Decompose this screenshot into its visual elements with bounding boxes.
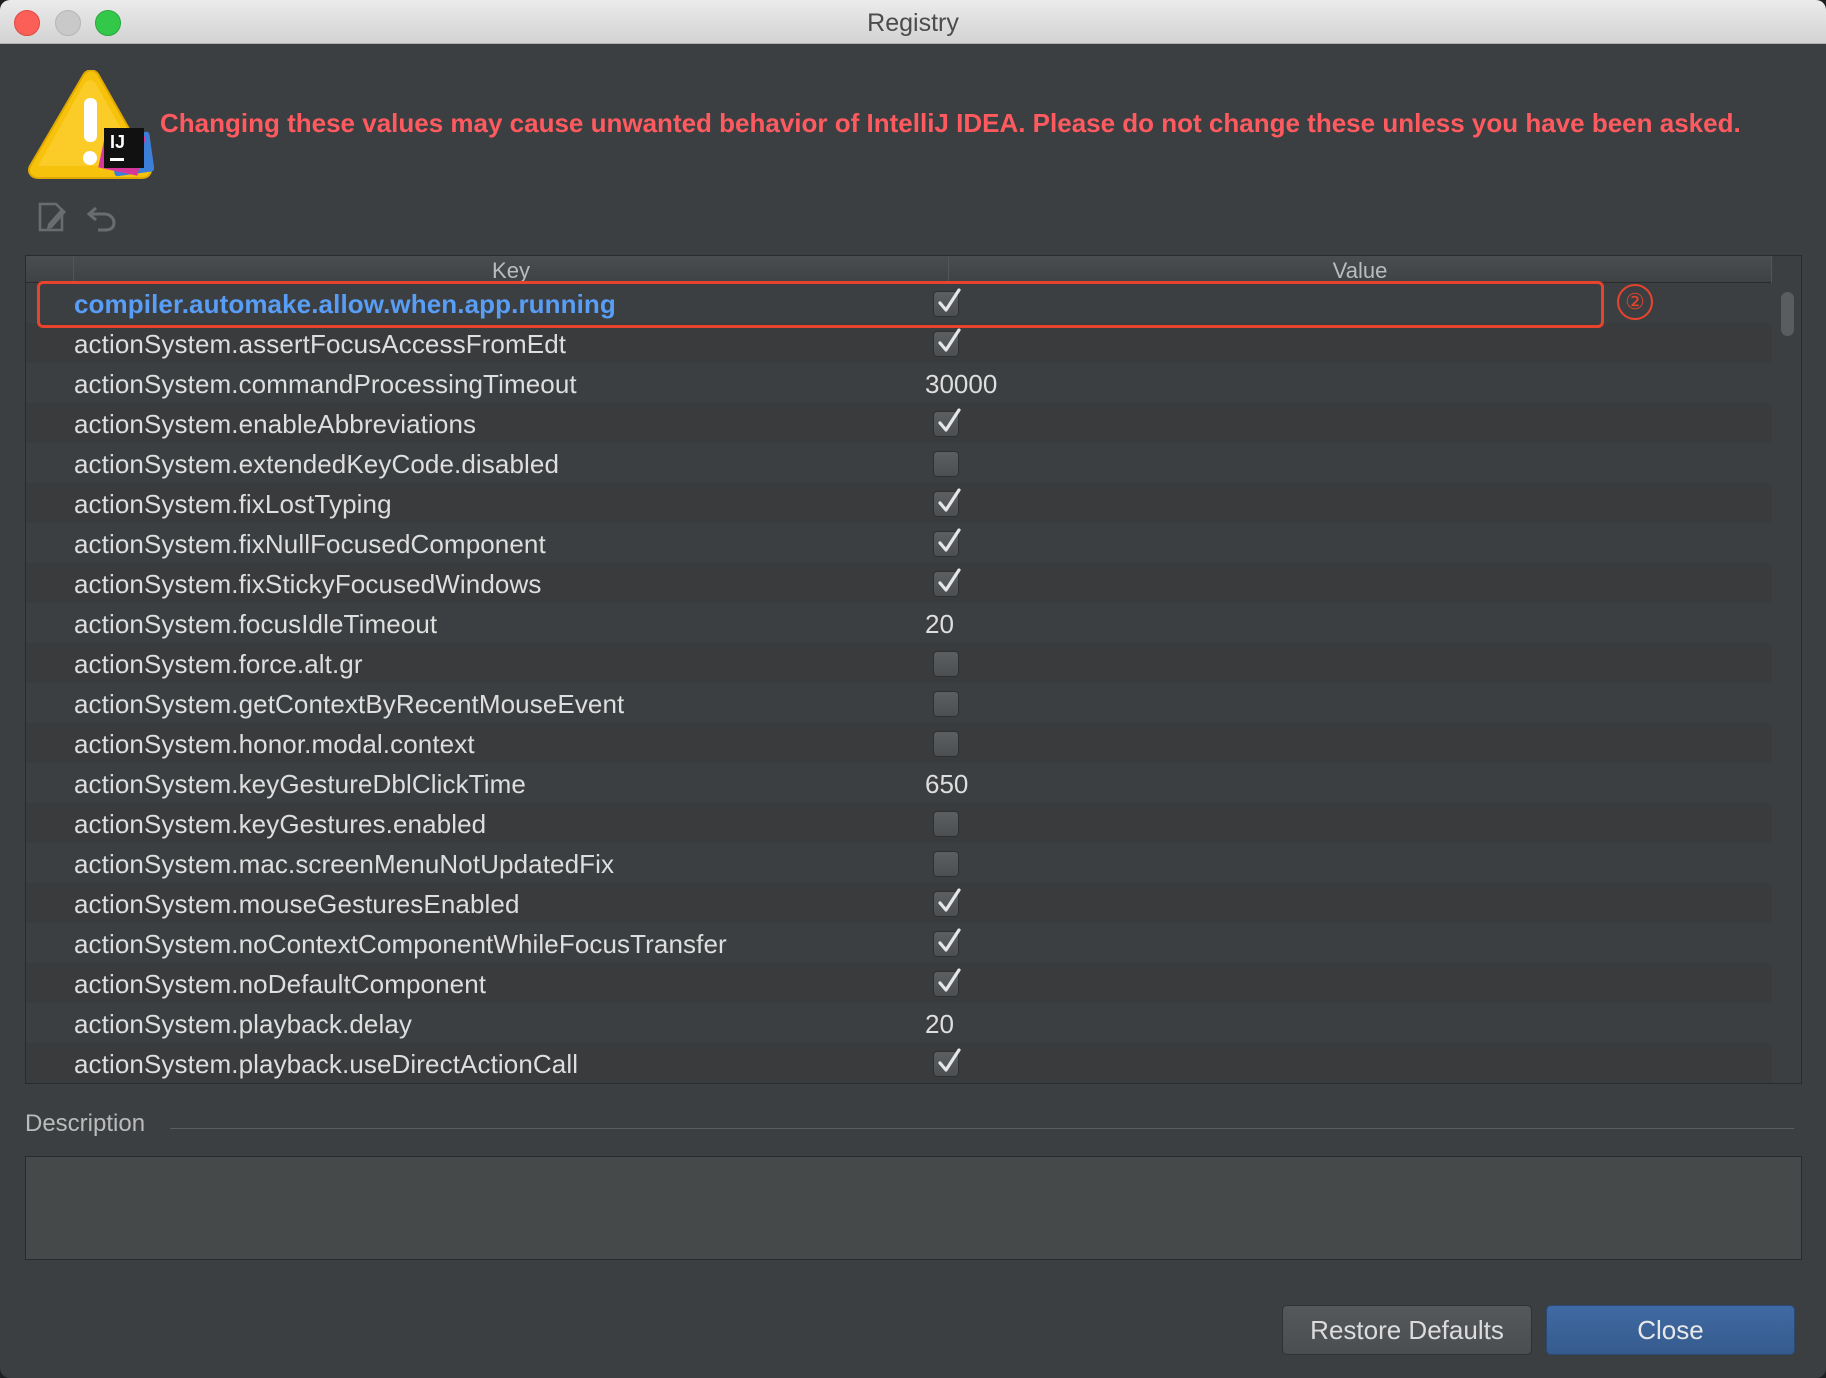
value-checkbox-unchecked[interactable] [933,851,959,877]
warning-message: Changing these values may cause unwanted… [160,108,1741,138]
table-row[interactable]: actionSystem.mac.screenMenuNotUpdatedFix [26,843,1772,883]
annotation-highlight-box [37,281,1604,328]
value-checkbox-unchecked[interactable] [933,731,959,757]
row-key: actionSystem.mouseGesturesEnabled [74,889,520,919]
table-row[interactable]: actionSystem.keyGestures.enabled [26,803,1772,843]
table-row[interactable]: actionSystem.noDefaultComponent [26,963,1772,1003]
value-checkbox-unchecked[interactable] [933,651,959,677]
column-header-value[interactable]: Value [949,256,1772,283]
registry-table[interactable]: Key Value compiler.automake.allow.when.a… [25,255,1802,1084]
checkmark-icon [938,408,961,432]
table-row[interactable]: actionSystem.playback.delay 20 [26,1003,1772,1043]
table-row[interactable]: actionSystem.fixStickyFocusedWindows [26,563,1772,603]
undo-icon[interactable] [86,202,118,232]
description-separator [170,1128,1794,1129]
table-row[interactable]: actionSystem.fixLostTyping [26,483,1772,523]
warning-intellij-icon: IJ [28,70,154,179]
table-row[interactable]: actionSystem.commandProcessingTimeout 300… [26,363,1772,403]
table-row[interactable]: actionSystem.getContextByRecentMouseEven… [26,683,1772,723]
value-checkbox-checked[interactable] [933,888,961,917]
row-key: actionSystem.force.alt.gr [74,649,363,679]
window-title: Registry [867,9,959,37]
row-value[interactable]: 20 [925,609,954,640]
row-value[interactable]: 650 [925,769,968,800]
table-row[interactable]: actionSystem.force.alt.gr [26,643,1772,683]
table-header: Key Value [26,256,1772,283]
column-header-key[interactable]: Key [73,256,949,283]
row-key: actionSystem.enableAbbreviations [74,409,477,439]
checkmark-icon [938,888,961,912]
row-key: actionSystem.getContextByRecentMouseEven… [74,689,625,719]
value-checkbox-checked[interactable] [933,408,961,437]
registry-dialog: Registry IJ Changing these values may ca… [0,0,1826,1378]
table-row[interactable]: actionSystem.noContextComponentWhileFocu… [26,923,1772,963]
row-key: actionSystem.fixLostTyping [74,489,392,519]
description-label: Description [25,1110,146,1137]
checkmark-icon [938,528,961,552]
row-key: actionSystem.keyGestures.enabled [74,809,487,839]
row-key: actionSystem.focusIdleTimeout [74,609,438,639]
checkmark-icon [938,1048,961,1072]
row-key: actionSystem.noDefaultComponent [74,969,487,999]
svg-text:IJ: IJ [110,132,125,152]
value-checkbox-checked[interactable] [933,488,961,517]
table-row[interactable]: actionSystem.playback.useDirectActionCal… [26,1043,1772,1083]
table-row[interactable]: actionSystem.keyGestureDblClickTime 650 [26,763,1772,803]
table-row[interactable]: actionSystem.focusIdleTimeout 20 [26,603,1772,643]
table-row[interactable]: actionSystem.extendedKeyCode.disabled [26,443,1772,483]
row-key: actionSystem.noContextComponentWhileFocu… [74,929,727,959]
table-row[interactable]: actionSystem.honor.modal.context [26,723,1772,763]
value-checkbox-unchecked[interactable] [933,691,959,717]
description-area [25,1156,1802,1260]
row-key: actionSystem.commandProcessingTimeout [74,369,577,399]
checkmark-icon [938,568,961,592]
scrollbar-thumb[interactable] [1781,292,1794,336]
row-value[interactable]: 20 [925,1009,954,1040]
row-key: actionSystem.playback.delay [74,1009,412,1039]
row-key: actionSystem.fixNullFocusedComponent [74,529,546,559]
checkmark-icon [938,968,961,992]
row-key: actionSystem.keyGestureDblClickTime [74,769,526,799]
table-row[interactable]: actionSystem.fixNullFocusedComponent [26,523,1772,563]
row-value[interactable]: 30000 [925,369,997,400]
edit-icon[interactable] [36,200,68,234]
row-key: actionSystem.playback.useDirectActionCal… [74,1049,579,1079]
checkmark-icon [938,928,961,952]
table-corner [1772,256,1801,283]
close-button[interactable]: Close [1546,1305,1795,1355]
value-checkbox-checked[interactable] [933,968,961,997]
row-key: actionSystem.fixStickyFocusedWindows [74,569,542,599]
value-checkbox-checked[interactable] [933,1048,961,1077]
table-row[interactable]: actionSystem.enableAbbreviations [26,403,1772,443]
row-key: actionSystem.extendedKeyCode.disabled [74,449,560,479]
value-checkbox-checked[interactable] [933,928,961,957]
value-checkbox-unchecked[interactable] [933,811,959,837]
table-row[interactable]: actionSystem.assertFocusAccessFromEdt [26,323,1772,363]
value-checkbox-unchecked[interactable] [933,451,959,477]
checkmark-icon [938,328,961,352]
annotation-number: ② [1617,284,1653,320]
table-body: compiler.automake.allow.when.app.running… [26,283,1772,1083]
title-bar[interactable]: Registry [0,0,1826,44]
row-key: actionSystem.mac.screenMenuNotUpdatedFix [74,849,615,879]
table-row[interactable]: actionSystem.mouseGesturesEnabled [26,883,1772,923]
checkmark-icon [938,488,961,512]
vertical-scrollbar[interactable] [1772,283,1801,1083]
value-checkbox-checked[interactable] [933,328,961,357]
value-checkbox-checked[interactable] [933,528,961,557]
row-key: actionSystem.assertFocusAccessFromEdt [74,329,567,359]
restore-defaults-button[interactable]: Restore Defaults [1282,1305,1532,1355]
value-checkbox-checked[interactable] [933,568,961,597]
row-key: actionSystem.honor.modal.context [74,729,475,759]
